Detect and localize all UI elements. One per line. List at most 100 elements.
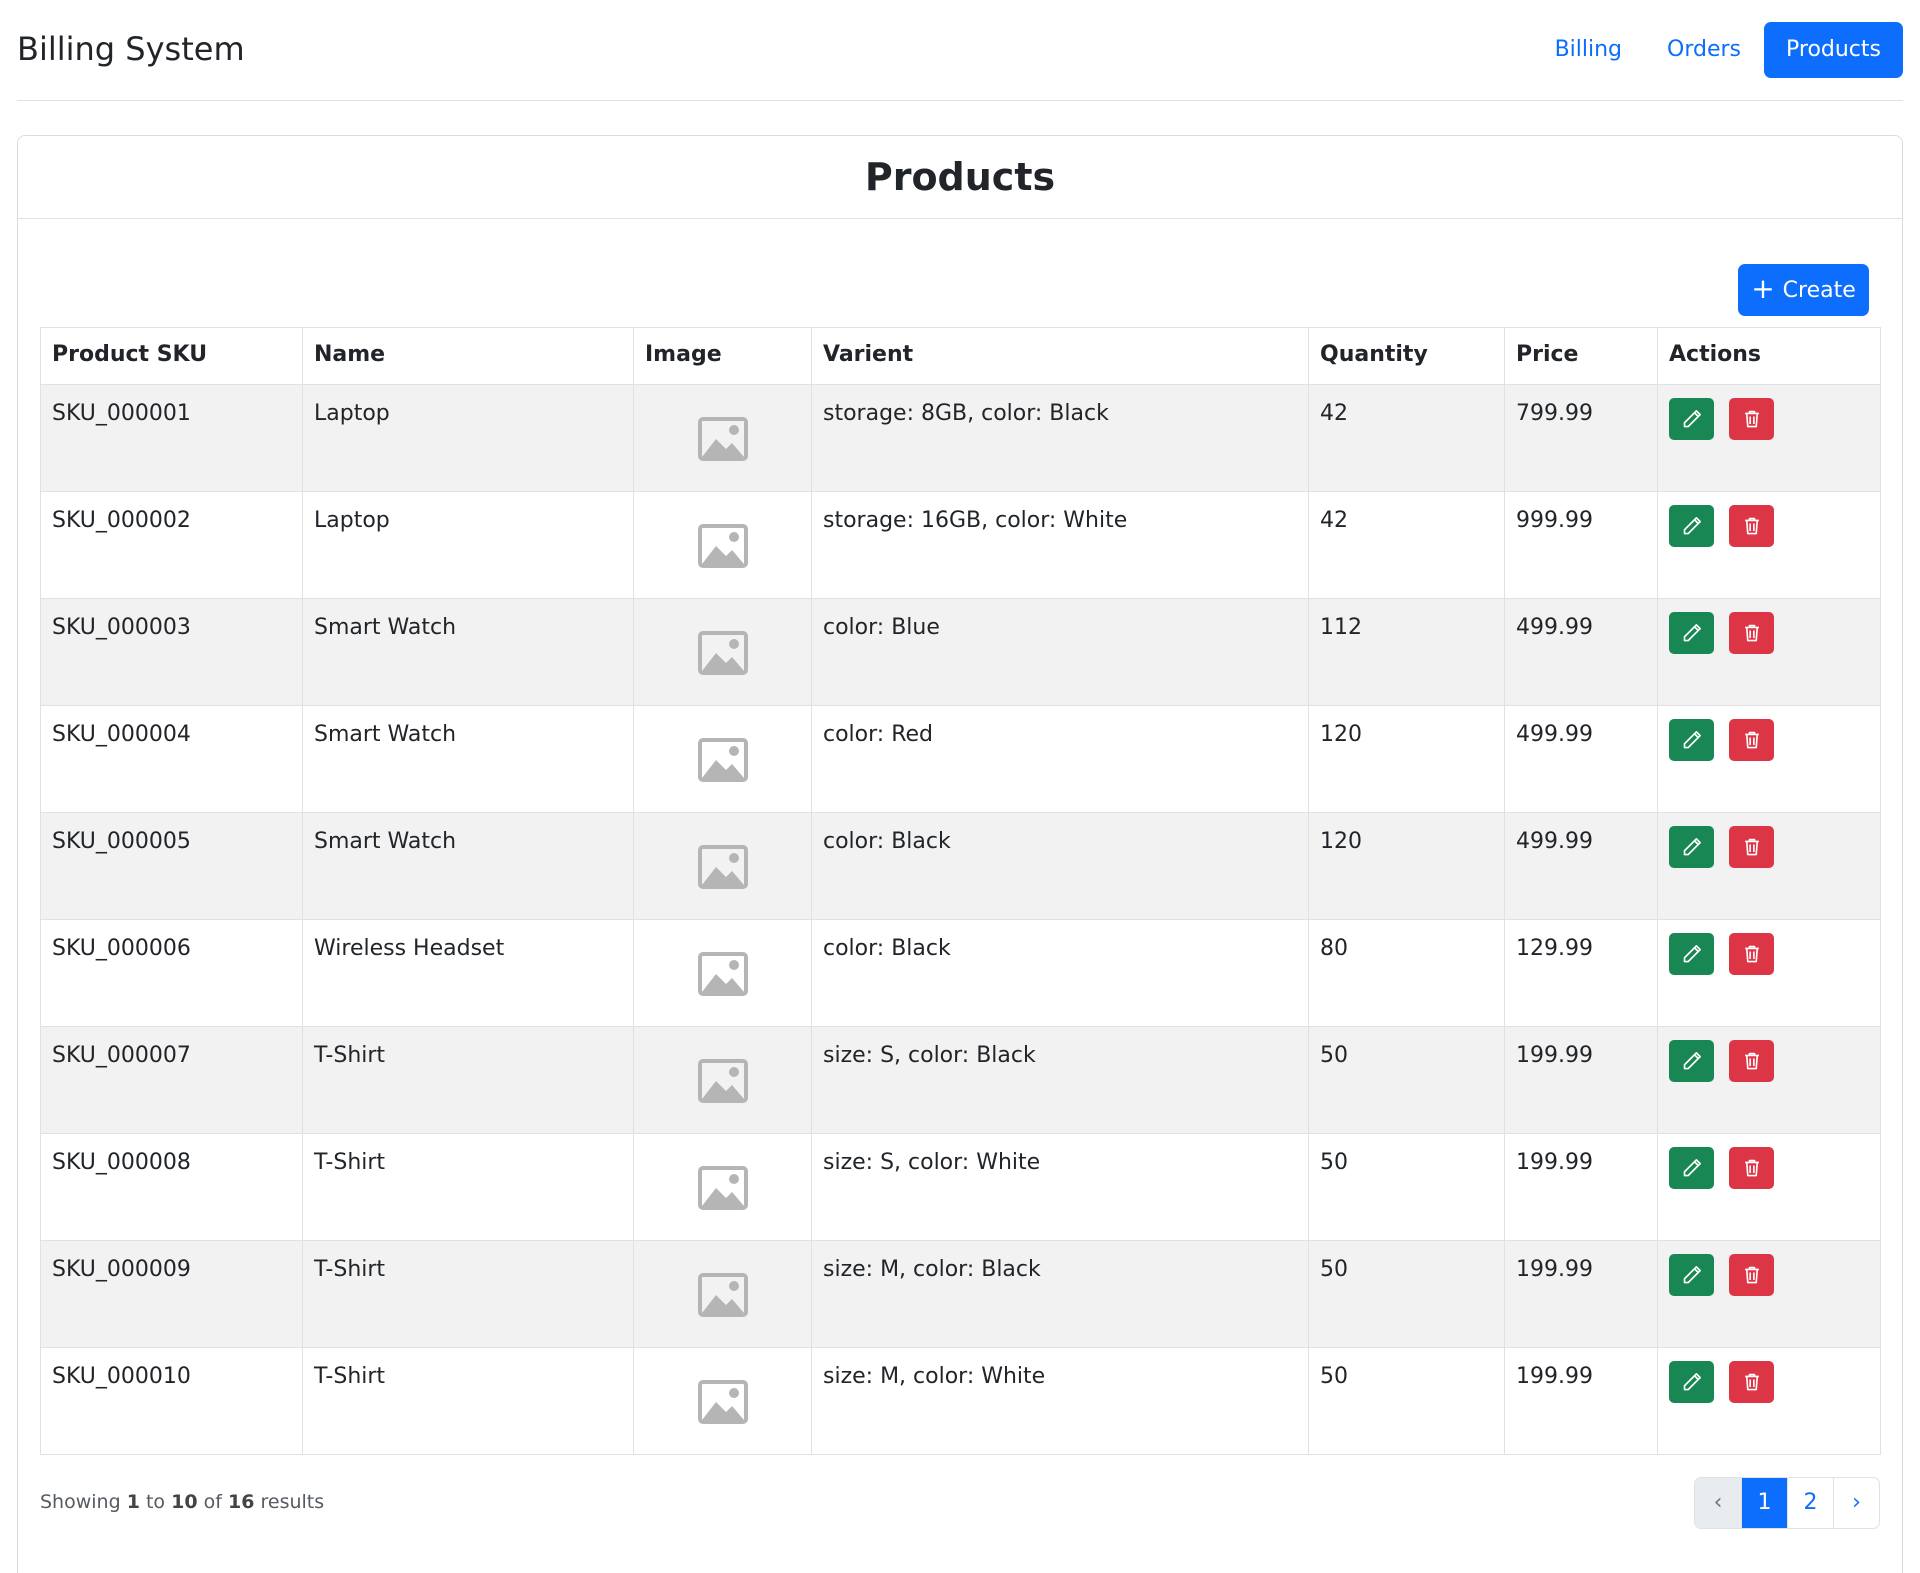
edit-button[interactable] (1669, 1254, 1714, 1296)
cell-quantity: 50 (1308, 1133, 1505, 1241)
edit-button[interactable] (1669, 1147, 1714, 1189)
pencil-icon (1682, 516, 1702, 536)
cell-price: 999.99 (1504, 491, 1658, 599)
cell-actions (1657, 1347, 1881, 1455)
cell-price: 499.99 (1504, 705, 1658, 813)
table-row: SKU_000001 Laptop storage: 8GB, color: Bla… (40, 384, 1881, 492)
table-row: SKU_000002 Laptop storage: 16GB, color: Wh… (40, 491, 1881, 599)
pagination-page-1[interactable]: 1 (1741, 1478, 1787, 1528)
delete-button[interactable] (1729, 826, 1774, 868)
pencil-icon (1682, 409, 1702, 429)
cell-sku: SKU_000010 (40, 1347, 303, 1455)
nav-links: Billing Orders Products (1533, 22, 1903, 78)
cell-actions (1657, 491, 1881, 599)
cell-name: Smart Watch (302, 705, 634, 813)
cell-variant: color: Blue (811, 598, 1309, 706)
table-row: SKU_000008 T-Shirt size: S, color: White 50… (40, 1133, 1881, 1241)
row-actions (1669, 1040, 1869, 1082)
image-placeholder-icon (697, 524, 748, 568)
pagination: ‹ 1 2 › (1694, 1477, 1880, 1529)
cell-variant: size: S, color: White (811, 1133, 1309, 1241)
showing-to-word: to (145, 1491, 166, 1513)
image-placeholder-icon (697, 738, 748, 782)
nav-link-products[interactable]: Products (1764, 22, 1903, 78)
cell-actions (1657, 384, 1881, 492)
delete-button[interactable] (1729, 398, 1774, 440)
table-row: SKU_000006 Wireless Headset color: Black 80… (40, 919, 1881, 1027)
cell-sku: SKU_000009 (40, 1240, 303, 1348)
row-actions (1669, 1254, 1869, 1296)
pagination-page-2[interactable]: 2 (1787, 1478, 1833, 1528)
trash-icon (1742, 623, 1762, 643)
row-actions (1669, 612, 1869, 654)
edit-button[interactable] (1669, 398, 1714, 440)
header-actions: Actions (1657, 327, 1881, 385)
trash-icon (1742, 730, 1762, 750)
cell-variant: color: Red (811, 705, 1309, 813)
cell-name: T-Shirt (302, 1240, 634, 1348)
cell-quantity: 80 (1308, 919, 1505, 1027)
nav-link-billing[interactable]: Billing (1533, 22, 1644, 78)
edit-button[interactable] (1669, 505, 1714, 547)
delete-button[interactable] (1729, 1040, 1774, 1082)
cell-quantity: 42 (1308, 384, 1505, 492)
header-price: Price (1504, 327, 1658, 385)
header-quantity: Quantity (1308, 327, 1505, 385)
showing-to: 10 (171, 1491, 198, 1513)
cell-actions (1657, 1240, 1881, 1348)
showing-results-word: results (260, 1491, 325, 1513)
delete-button[interactable] (1729, 505, 1774, 547)
cell-sku: SKU_000008 (40, 1133, 303, 1241)
image-placeholder-icon (697, 1380, 748, 1424)
cell-price: 199.99 (1504, 1026, 1658, 1134)
cell-sku: SKU_000006 (40, 919, 303, 1027)
edit-button[interactable] (1669, 1040, 1714, 1082)
cell-sku: SKU_000005 (40, 812, 303, 920)
table-row: SKU_000007 T-Shirt size: S, color: Black 50… (40, 1026, 1881, 1134)
pagination-prev[interactable]: ‹ (1695, 1478, 1741, 1528)
brand-title[interactable]: Billing System (17, 30, 245, 68)
delete-button[interactable] (1729, 1254, 1774, 1296)
edit-button[interactable] (1669, 612, 1714, 654)
create-button[interactable]: + Create (1738, 264, 1869, 316)
cell-name: T-Shirt (302, 1026, 634, 1134)
row-actions (1669, 505, 1869, 547)
trash-icon (1742, 1265, 1762, 1285)
cell-image (633, 812, 812, 920)
edit-button[interactable] (1669, 826, 1714, 868)
page-title: Products (18, 136, 1902, 219)
products-table: Product SKU Name Image Varient Quantity … (40, 327, 1881, 1455)
cell-image (633, 705, 812, 813)
cell-name: T-Shirt (302, 1347, 634, 1455)
cell-sku: SKU_000007 (40, 1026, 303, 1134)
cell-price: 199.99 (1504, 1240, 1658, 1348)
delete-button[interactable] (1729, 719, 1774, 761)
cell-name: Wireless Headset (302, 919, 634, 1027)
edit-button[interactable] (1669, 933, 1714, 975)
delete-button[interactable] (1729, 1147, 1774, 1189)
delete-button[interactable] (1729, 933, 1774, 975)
image-placeholder-icon (697, 417, 748, 461)
trash-icon (1742, 1051, 1762, 1071)
header-sku: Product SKU (40, 327, 303, 385)
cell-actions (1657, 705, 1881, 813)
table-row: SKU_000009 T-Shirt size: M, color: Black 50… (40, 1240, 1881, 1348)
row-actions (1669, 826, 1869, 868)
trash-icon (1742, 837, 1762, 857)
pagination-next[interactable]: › (1833, 1478, 1879, 1528)
showing-of-word: of (203, 1491, 222, 1513)
showing-from: 1 (126, 1491, 140, 1513)
delete-button[interactable] (1729, 612, 1774, 654)
edit-button[interactable] (1669, 1361, 1714, 1403)
image-placeholder-icon (697, 1059, 748, 1103)
cell-sku: SKU_000003 (40, 598, 303, 706)
cell-image (633, 491, 812, 599)
delete-button[interactable] (1729, 1361, 1774, 1403)
nav-link-orders[interactable]: Orders (1645, 22, 1763, 78)
image-placeholder-icon (697, 1273, 748, 1317)
cell-name: Smart Watch (302, 598, 634, 706)
cell-variant: color: Black (811, 812, 1309, 920)
image-placeholder-icon (697, 631, 748, 675)
edit-button[interactable] (1669, 719, 1714, 761)
cell-quantity: 112 (1308, 598, 1505, 706)
